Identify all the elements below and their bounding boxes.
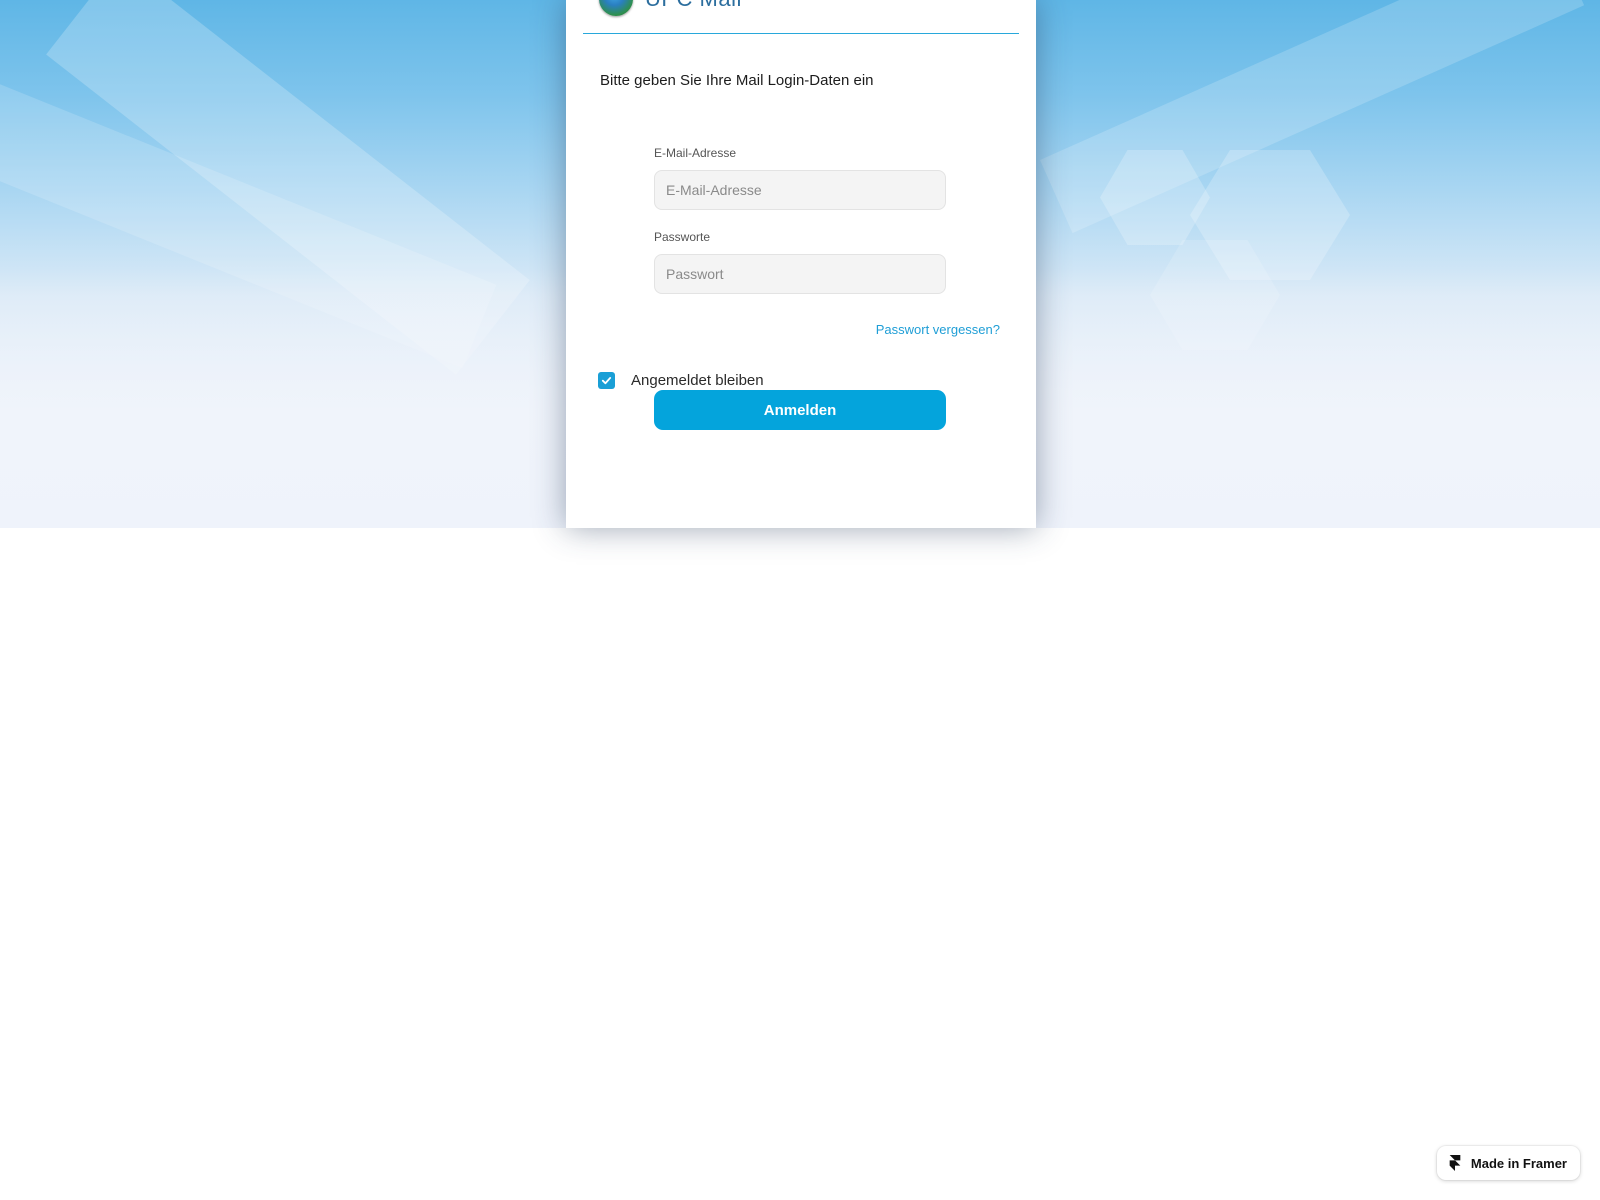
card-header: UPC Mail <box>583 0 1019 34</box>
password-label: Passworte <box>654 230 711 244</box>
login-card: UPC Mail Bitte geben Sie Ihre Mail Login… <box>566 0 1036 528</box>
remember-me-checkbox[interactable] <box>598 371 615 389</box>
remember-me-row[interactable]: Angemeldet bleiben <box>598 370 764 390</box>
remember-me-label: Angemeldet bleiben <box>631 371 764 389</box>
checkmark-icon <box>601 376 612 384</box>
email-label: E-Mail-Adresse <box>654 146 737 160</box>
framer-logo-icon <box>1449 1155 1461 1171</box>
login-intro-text: Bitte geben Sie Ihre Mail Login-Daten ei… <box>600 72 874 89</box>
globe-logo-icon <box>599 0 633 16</box>
login-button[interactable]: Anmelden <box>654 390 946 430</box>
forgot-password-link[interactable]: Passwort vergessen? <box>876 322 1000 337</box>
email-input[interactable] <box>654 170 946 210</box>
made-in-framer-badge[interactable]: Made in Framer <box>1436 1146 1580 1180</box>
made-in-framer-label: Made in Framer <box>1470 1155 1567 1171</box>
password-input[interactable] <box>654 254 946 294</box>
brand-name: UPC Mail <box>645 0 742 12</box>
